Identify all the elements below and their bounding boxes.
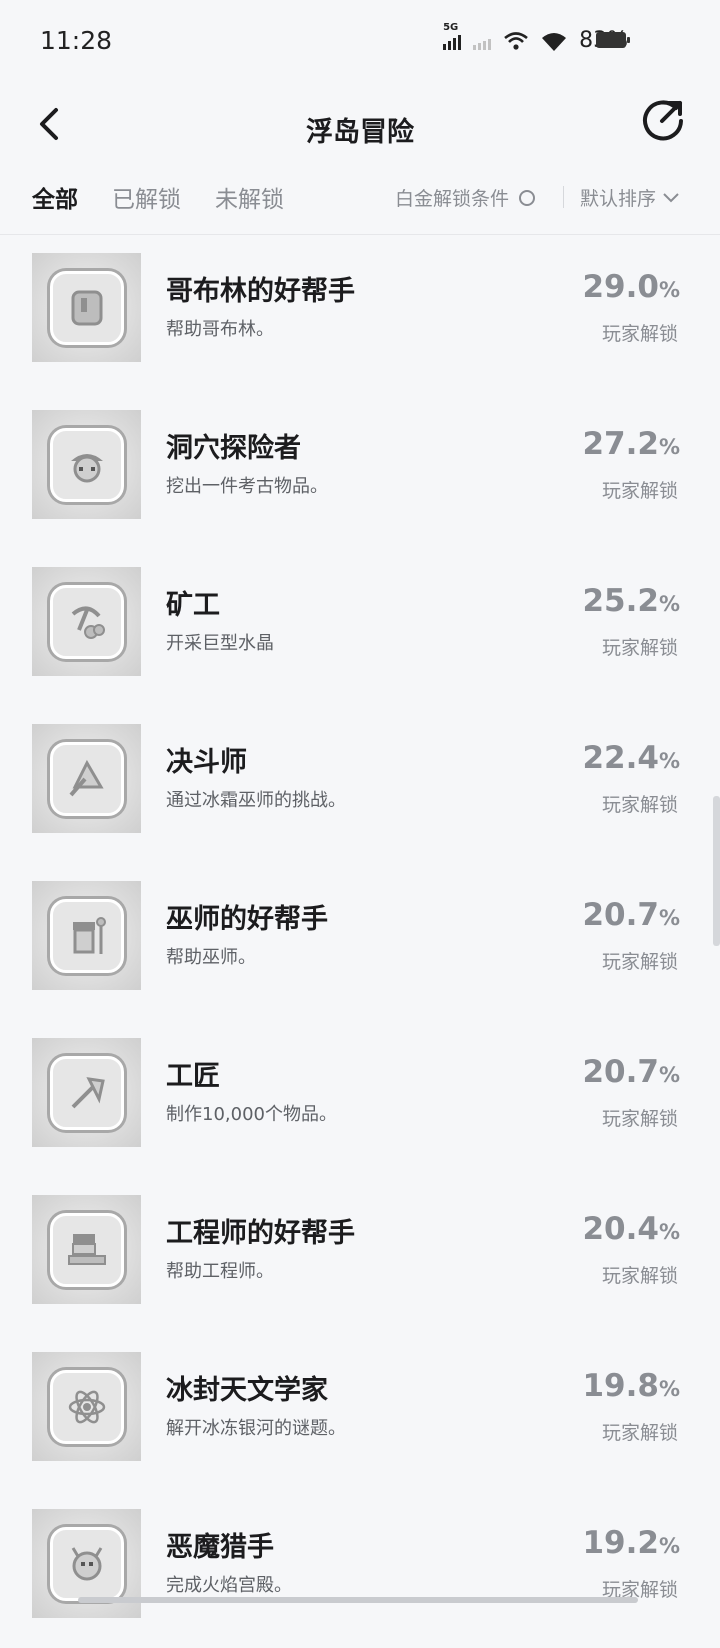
achievement-icon-frame bbox=[32, 410, 141, 519]
platinum-condition-toggle[interactable]: 白金解锁条件 bbox=[395, 184, 536, 211]
platinum-condition-label: 白金解锁条件 bbox=[395, 188, 510, 210]
sort-label: 默认排序 bbox=[580, 188, 657, 210]
status-time: 11:28 bbox=[40, 26, 113, 55]
unlock-percentage: 20.7% bbox=[582, 1054, 680, 1090]
home-indicator[interactable] bbox=[78, 1597, 638, 1603]
achievement-title: 恶魔猎手 bbox=[166, 1532, 274, 1563]
unlock-percentage: 20.7% bbox=[582, 897, 680, 933]
unlock-percentage: 19.2% bbox=[582, 1525, 680, 1561]
achievement-icon-frame bbox=[32, 1352, 141, 1461]
achievement-row[interactable]: 恶魔猎手 完成火焰宫殿。 19.2% 玩家解锁 bbox=[0, 1491, 720, 1648]
achievement-title: 工程师的好帮手 bbox=[166, 1218, 355, 1249]
achievement-icon-frame bbox=[32, 567, 141, 676]
axe-icon bbox=[49, 1055, 124, 1130]
chevron-down-icon bbox=[663, 192, 679, 202]
achievement-icon-frame bbox=[32, 724, 141, 833]
achievement-row[interactable]: 工匠 制作10,000个物品。 20.7% 玩家解锁 bbox=[0, 1020, 720, 1177]
share-icon[interactable] bbox=[636, 94, 690, 148]
cellular-5g-signal-icon: 5G bbox=[443, 22, 462, 50]
achievement-description: 帮助巫师。 bbox=[166, 947, 256, 968]
sort-dropdown[interactable]: 默认排序 bbox=[580, 184, 680, 211]
wifi-icon bbox=[542, 32, 567, 51]
achievement-row[interactable]: 冰封天文学家 解开冰冻银河的谜题。 19.8% 玩家解锁 bbox=[0, 1334, 720, 1491]
achievement-icon-frame bbox=[32, 253, 141, 362]
unlock-label: 玩家解锁 bbox=[601, 1265, 678, 1287]
explorer-hat-icon bbox=[49, 427, 124, 502]
unlock-percentage: 19.8% bbox=[582, 1368, 680, 1404]
achievement-row[interactable]: 决斗师 通过冰霜巫师的挑战。 22.4% 玩家解锁 bbox=[0, 706, 720, 863]
achievement-row[interactable]: 工程师的好帮手 帮助工程师。 20.4% 玩家解锁 bbox=[0, 1177, 720, 1334]
unlock-percentage: 22.4% bbox=[582, 740, 680, 776]
unlock-label: 玩家解锁 bbox=[601, 1422, 678, 1444]
achievement-list: 哥布林的好帮手 帮助哥布林。 29.0% 玩家解锁 洞穴探险者 挖出一件考古物品… bbox=[0, 235, 720, 1648]
tab-locked[interactable]: 未解锁 bbox=[215, 180, 284, 214]
achievement-title: 矿工 bbox=[166, 590, 220, 621]
page-title: 浮岛冒险 bbox=[306, 117, 414, 148]
wifi-calling-icon bbox=[504, 31, 528, 50]
achievement-title: 巫师的好帮手 bbox=[166, 904, 328, 935]
cellular-signal-icon bbox=[473, 32, 492, 50]
achievement-title: 冰封天文学家 bbox=[166, 1375, 328, 1406]
achievement-title: 工匠 bbox=[166, 1061, 220, 1092]
engineer-icon bbox=[49, 1212, 124, 1287]
goblin-icon bbox=[49, 270, 124, 345]
achievement-description: 帮助哥布林。 bbox=[166, 319, 274, 340]
radio-circle-icon[interactable] bbox=[519, 189, 536, 206]
unlock-label: 玩家解锁 bbox=[601, 951, 678, 973]
achievement-title: 决斗师 bbox=[166, 747, 247, 778]
unlock-percentage: 20.4% bbox=[582, 1211, 680, 1247]
achievement-row[interactable]: 哥布林的好帮手 帮助哥布林。 29.0% 玩家解锁 bbox=[0, 235, 720, 392]
tab-unlocked[interactable]: 已解锁 bbox=[112, 180, 181, 214]
atom-icon bbox=[49, 1369, 124, 1444]
filter-divider bbox=[563, 186, 564, 208]
unlock-percentage: 25.2% bbox=[582, 583, 680, 619]
tab-all[interactable]: 全部 bbox=[32, 180, 78, 214]
unlock-label: 玩家解锁 bbox=[601, 637, 678, 659]
unlock-label: 玩家解锁 bbox=[601, 794, 678, 816]
achievement-description: 通过冰霜巫师的挑战。 bbox=[166, 790, 346, 811]
pickaxe-icon bbox=[49, 584, 124, 659]
wizard-icon bbox=[49, 898, 124, 973]
unlock-label: 玩家解锁 bbox=[601, 323, 678, 345]
achievement-description: 挖出一件考古物品。 bbox=[166, 476, 328, 497]
battery-icon bbox=[596, 32, 630, 48]
achievement-description: 开采巨型水晶 bbox=[166, 633, 274, 654]
scrollbar[interactable] bbox=[713, 796, 720, 946]
unlock-label: 玩家解锁 bbox=[601, 480, 678, 502]
filter-bar: 全部 已解锁 未解锁 白金解锁条件 默认排序 bbox=[0, 168, 720, 235]
achievement-title: 洞穴探险者 bbox=[166, 433, 301, 464]
achievement-description: 帮助工程师。 bbox=[166, 1261, 274, 1282]
unlock-percentage: 29.0% bbox=[582, 269, 680, 305]
achievement-icon-frame bbox=[32, 1195, 141, 1304]
achievement-title: 哥布林的好帮手 bbox=[166, 276, 355, 307]
status-bar: 11:28 5G 83% bbox=[0, 0, 720, 84]
achievement-icon-frame bbox=[32, 881, 141, 990]
network-type-label: 5G bbox=[443, 21, 459, 33]
demon-icon bbox=[49, 1526, 124, 1601]
shield-sword-icon bbox=[49, 741, 124, 816]
achievement-row[interactable]: 洞穴探险者 挖出一件考古物品。 27.2% 玩家解锁 bbox=[0, 392, 720, 549]
unlock-label: 玩家解锁 bbox=[601, 1108, 678, 1130]
unlock-percentage: 27.2% bbox=[582, 426, 680, 462]
achievement-description: 完成火焰宫殿。 bbox=[166, 1575, 292, 1596]
achievement-description: 解开冰冻银河的谜题。 bbox=[166, 1418, 346, 1439]
achievement-description: 制作10,000个物品。 bbox=[166, 1104, 337, 1125]
achievement-icon-frame bbox=[32, 1038, 141, 1147]
achievement-row[interactable]: 巫师的好帮手 帮助巫师。 20.7% 玩家解锁 bbox=[0, 863, 720, 1020]
achievement-row[interactable]: 矿工 开采巨型水晶 25.2% 玩家解锁 bbox=[0, 549, 720, 706]
